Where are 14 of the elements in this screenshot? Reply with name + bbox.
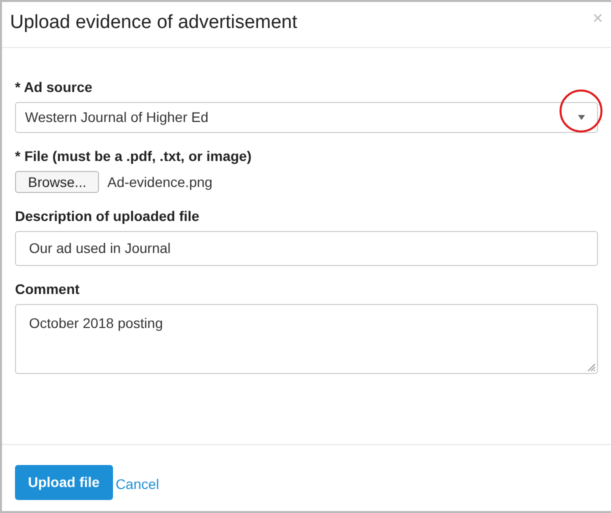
browse-button[interactable]: Browse... (15, 171, 100, 193)
description-field[interactable]: Our ad used in Journal (15, 231, 598, 266)
field-label: Comment (15, 280, 80, 298)
caret-icon (578, 115, 585, 120)
resize-handle-icon (587, 363, 596, 372)
field-label: * File (must be a .pdf, .txt, or image) (15, 147, 252, 165)
upload-button[interactable]: Upload file (15, 464, 113, 500)
file-name: Ad-evidence.png (107, 172, 212, 192)
comment-field[interactable]: October 2018 posting (15, 304, 598, 374)
dialog-title: Upload evidence of advertisement (10, 11, 298, 35)
ad-source-select[interactable]: Western Journal of Higher Ed (15, 102, 598, 133)
field-label: * Ad source (15, 78, 92, 96)
cancel-link[interactable]: Cancel (116, 474, 160, 495)
field-label: Description of uploaded file (15, 207, 200, 225)
